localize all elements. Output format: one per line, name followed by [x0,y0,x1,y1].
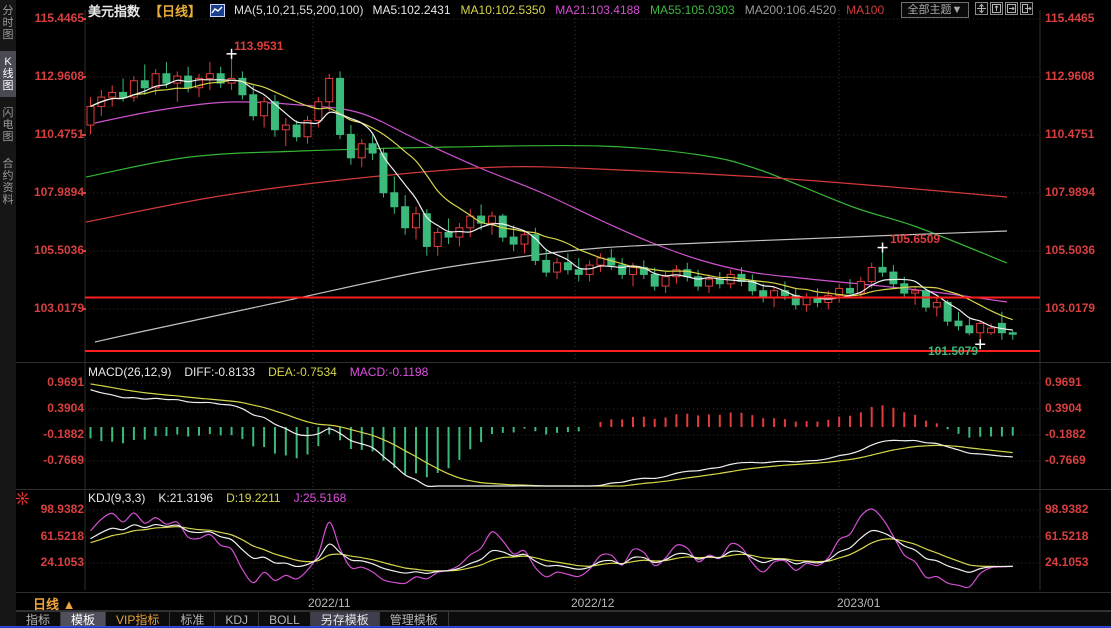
bottom-tab-KDJ[interactable]: KDJ [215,612,259,627]
bottom-tab-管理模板[interactable]: 管理模板 [380,612,449,627]
header-ma-value-5: MA100 [846,3,884,17]
price-axis-label-left-0: 115.4465 [18,11,84,25]
kdj-k-value: K:21.3196 [158,491,213,505]
price-axis-label-right-1: 112.9608 [1045,69,1111,83]
bottom-tab-BOLL[interactable]: BOLL [259,612,311,627]
kdj-axis-label-right-1: 61.5218 [1045,529,1111,543]
macd-axis-label-right-0: 0.9691 [1045,375,1111,389]
price-axis-label-left-4: 105.5036 [18,243,84,257]
header-ma-value-1: MA10:102.5350 [461,3,546,17]
theme-select-button[interactable]: 全部主题▼ [901,2,969,18]
header-ma-value-2: MA21:103.4188 [555,3,640,17]
macd-bar-value: MACD:-0.1198 [350,365,428,379]
bottom-tab-指标[interactable]: 指标 [16,612,61,627]
price-axis-label-right-3: 107.9894 [1045,185,1111,199]
macd-dea-value: DEA:-0.7534 [268,365,337,379]
kdj-axis-label-left-2: 24.1053 [18,555,84,569]
sidebar-item-2[interactable]: 闪电图 [0,102,16,148]
kdj-title-row: KDJ(9,3,3) K:21.3196 D:19.2211 J:25.5168 [88,491,346,505]
annotation-high: 113.9531 [234,39,283,53]
chart-type-sidebar: 分时图 K线图闪电图合约资料 [0,0,16,628]
fit-vertical-icon[interactable] [990,2,1003,15]
kdj-title: KDJ(9,3,3) [88,491,145,505]
chart-header: 美元指数 【日线】 MA(5,10,21,55,200,100) MA5:102… [88,2,884,18]
macd-axis-label-left-1: 0.3904 [18,401,84,415]
sidebar-item-1[interactable]: K线图 [0,51,16,97]
kdj-axis-label-right-2: 24.1053 [1045,555,1111,569]
kdj-d-value: D:19.2211 [226,491,281,505]
macd-axis-label-right-2: -0.1882 [1045,427,1111,441]
bottom-tab-模板[interactable]: 模板 [61,612,106,627]
macd-diff-value: DIFF:-0.8133 [184,365,255,379]
macd-title: MACD(26,12,9) [88,365,171,379]
price-axis-label-left-3: 107.9894 [18,185,84,199]
price-axis-label-right-5: 103.0179 [1045,301,1111,315]
bottom-tab-bar: 指标模板VIP指标标准KDJBOLL另存模板管理模板 [16,611,1111,627]
bottom-tab-另存模板[interactable]: 另存模板 [311,612,380,627]
mini-chart-icon [210,4,225,17]
price-axis-label-right-4: 105.5036 [1045,243,1111,257]
price-axis-label-left-5: 103.0179 [18,301,84,315]
date-label-0: 2022/11 [308,596,351,610]
annotation-mid-high: 105.6509 [890,232,940,246]
price-axis-label-left-2: 110.4751 [18,127,84,141]
kdj-axis-label-right-0: 98.9382 [1045,502,1111,516]
macd-title-row: MACD(26,12,9) DIFF:-0.8133 DEA:-0.7534 M… [88,365,428,379]
macd-axis-label-left-0: 0.9691 [18,375,84,389]
annotation-low: 101.5079 [928,344,978,358]
instrument-title: 美元指数 [88,1,140,20]
kdj-axis-label-left-0: 98.9382 [18,502,84,516]
bottom-tab-标准[interactable]: 标准 [170,612,215,627]
shift-right-icon[interactable] [1020,2,1033,15]
fit-horizontal-icon[interactable] [1005,2,1018,15]
ma-values: MA5:102.2431 MA10:102.5350 MA21:103.4188 MA… [372,3,884,17]
period-tag: 【日线】 [149,1,201,20]
kdj-j-value: J:25.5168 [294,491,347,505]
header-ma-value-0: MA5:102.2431 [372,3,450,17]
header-ma-value-3: MA55:105.0303 [650,3,735,17]
sidebar-item-0[interactable]: 分时图 [0,0,16,46]
macd-axis-label-left-3: -0.7669 [18,453,84,467]
ma-group-label: MA(5,10,21,55,200,100) [234,3,363,17]
window-toolbar-icons [975,2,1033,15]
header-ma-value-4: MA200:106.4520 [745,3,836,17]
date-label-2: 2023/01 [837,596,880,610]
price-axis-label-left-1: 112.9608 [18,69,84,83]
trading-app-window: 分时图 K线图闪电图合约资料 美元指数 【日线】 MA(5,10,21,55,20… [0,0,1111,628]
chart-canvas[interactable] [0,0,1111,628]
pan-icon[interactable] [975,2,988,15]
macd-axis-label-right-1: 0.3904 [1045,401,1111,415]
bottom-tab-VIP指标[interactable]: VIP指标 [106,612,170,627]
price-axis-label-right-2: 110.4751 [1045,127,1111,141]
sidebar-item-3[interactable]: 合约资料 [0,153,16,211]
macd-axis-label-left-2: -0.1882 [18,427,84,441]
macd-axis-label-right-3: -0.7669 [1045,453,1111,467]
kdj-axis-label-left-1: 61.5218 [18,529,84,543]
price-axis-label-right-0: 115.4465 [1045,11,1111,25]
date-label-1: 2022/12 [571,596,614,610]
